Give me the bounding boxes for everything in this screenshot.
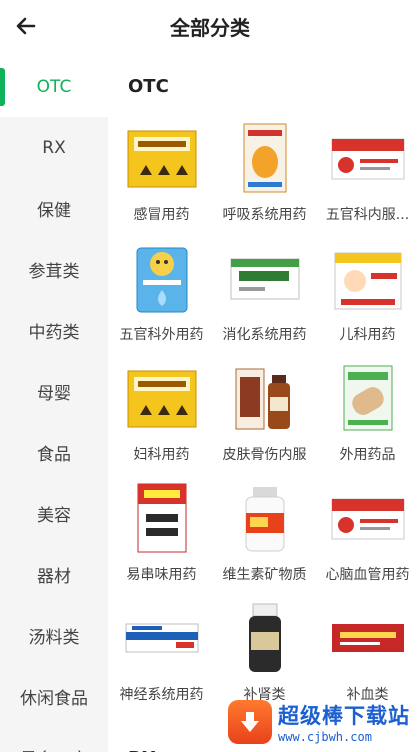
category-grid-otc: 感冒用药 呼吸系统用药 五官科内服... 五官科外用药 消化系统用药 儿科用药妇科用药 皮肤…	[108, 116, 420, 716]
sidebar-item-label: 美容	[37, 506, 71, 526]
page-title: 全部分类	[170, 16, 250, 40]
sidebar-item-label: OTC	[36, 76, 72, 97]
active-indicator	[0, 68, 5, 106]
sidebar-item-label: 中药类	[28, 323, 80, 343]
category-cell[interactable]: 儿科用药	[316, 236, 419, 356]
category-cell[interactable]: 神经系统用药	[110, 596, 213, 716]
product-thumbnail	[122, 120, 202, 196]
product-thumbnail	[328, 480, 408, 556]
sidebar-item-label: 器材	[37, 567, 71, 587]
product-thumbnail	[328, 120, 408, 196]
category-cell[interactable]: 消化系统用药	[213, 236, 316, 356]
category-label: 神经系统用药	[119, 687, 204, 703]
watermark-url: www.cjbwh.com	[278, 730, 372, 744]
sidebar-item-label: 保健	[37, 201, 71, 221]
top-bar: 全部分类	[0, 0, 420, 52]
sidebar-item[interactable]: OTC	[0, 56, 108, 117]
product-thumbnail	[225, 240, 305, 316]
category-label: 儿科用药	[339, 327, 396, 343]
product-thumbnail	[122, 360, 202, 436]
category-label: 五官科内服...	[325, 207, 410, 223]
sidebar-item-label: 参茸类	[28, 262, 80, 282]
product-thumbnail	[225, 480, 305, 556]
sidebar-item[interactable]: 参茸类	[0, 239, 108, 300]
category-cell[interactable]: 维生素矿物质	[213, 476, 316, 596]
category-cell[interactable]: 皮肤骨伤内服	[213, 356, 316, 476]
category-cell[interactable]: 五官科内服...	[316, 116, 419, 236]
section-title-rx: RX	[108, 728, 156, 752]
product-thumbnail	[225, 600, 305, 676]
watermark: 超级棒下载站 www.cjbwh.com	[228, 696, 414, 748]
category-cell[interactable]: 妇科用药	[110, 356, 213, 476]
category-cell[interactable]: 心脑血管用药	[316, 476, 419, 596]
download-logo-icon	[228, 700, 272, 744]
sidebar-item[interactable]: 休闲食品	[0, 666, 108, 727]
product-thumbnail	[328, 240, 408, 316]
sidebar-item[interactable]: 器材	[0, 544, 108, 605]
sidebar-item[interactable]: RX	[0, 117, 108, 178]
product-thumbnail	[122, 480, 202, 556]
sidebar-item-label: 汤料类	[28, 628, 80, 648]
sidebar-item[interactable]: 食品	[0, 422, 108, 483]
sidebar-item-label: 食品	[37, 445, 71, 465]
watermark-title: 超级棒下载站	[278, 704, 410, 728]
product-thumbnail	[122, 600, 202, 676]
category-label: 呼吸系统用药	[222, 207, 307, 223]
sidebar-item[interactable]: 最多五字	[0, 727, 108, 752]
sidebar-item[interactable]: 母婴	[0, 361, 108, 422]
sidebar-item-label: 最多五字	[20, 745, 88, 752]
product-thumbnail	[122, 240, 202, 316]
category-label: 五官科外用药	[119, 327, 204, 343]
product-thumbnail	[225, 360, 305, 436]
category-label: 心脑血管用药	[325, 567, 410, 583]
sidebar-item-label: RX	[42, 137, 66, 158]
category-label: 妇科用药	[133, 447, 190, 463]
section-title-otc: OTC	[128, 75, 169, 97]
category-label: 外用药品	[339, 447, 396, 463]
sidebar-item[interactable]: 汤料类	[0, 605, 108, 666]
sidebar-item[interactable]: 保健	[0, 178, 108, 239]
sidebar-item-label: 休闲食品	[20, 689, 88, 709]
category-label: 消化系统用药	[222, 327, 307, 343]
category-cell[interactable]: 感冒用药	[110, 116, 213, 236]
category-sidebar: OTC RX 保健参茸类中药类母婴食品美容器材汤料类休闲食品最多五字	[0, 56, 108, 752]
category-label: 易串味用药	[126, 567, 197, 583]
category-label: 感冒用药	[133, 207, 190, 223]
category-label: 维生素矿物质	[222, 567, 307, 583]
category-label: 皮肤骨伤内服	[222, 447, 307, 463]
category-content: OTC 感冒用药 呼吸系统用药 五官科内服... 五官科外用药 消化系统用药 儿科用药妇科…	[108, 56, 420, 752]
sidebar-item-label: 母婴	[37, 384, 71, 404]
sidebar-item[interactable]: 中药类	[0, 300, 108, 361]
sidebar-item[interactable]: 美容	[0, 483, 108, 544]
category-cell[interactable]: 易串味用药	[110, 476, 213, 596]
product-thumbnail	[328, 600, 408, 676]
category-cell[interactable]: 外用药品	[316, 356, 419, 476]
category-cell[interactable]: 五官科外用药	[110, 236, 213, 356]
product-thumbnail	[328, 360, 408, 436]
product-thumbnail	[225, 120, 305, 196]
category-cell[interactable]: 呼吸系统用药	[213, 116, 316, 236]
